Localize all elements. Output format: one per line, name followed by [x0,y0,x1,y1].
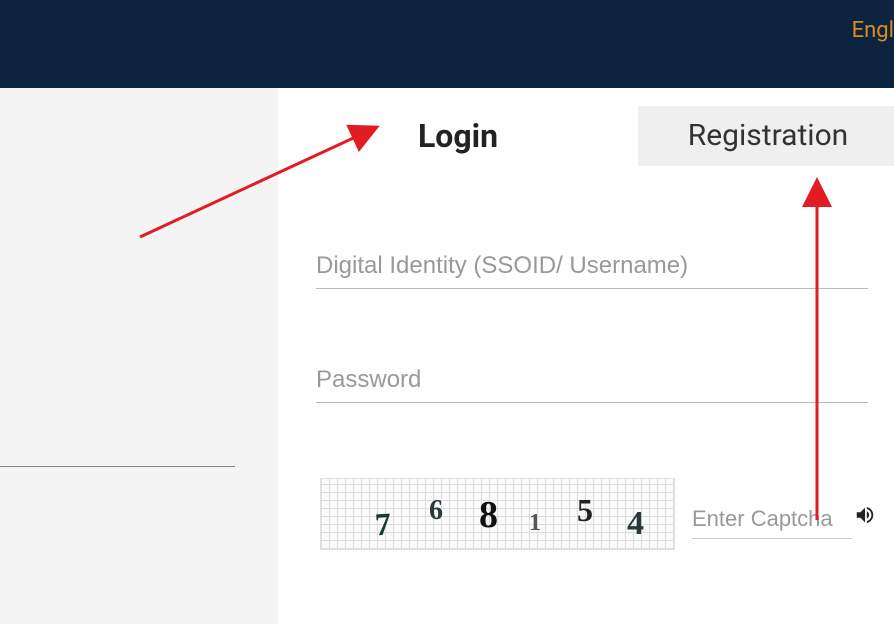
tab-registration[interactable]: Registration [638,106,894,166]
captcha-digit: 1 [529,510,541,537]
sidebar-divider [0,466,235,467]
speaker-icon[interactable] [854,504,876,532]
tab-login[interactable]: Login [278,106,638,166]
left-sidebar [0,88,278,624]
captcha-digit: 7 [374,506,392,544]
password-input[interactable] [316,358,868,403]
language-selector[interactable]: Engl [852,18,894,43]
captcha-digit: 4 [627,505,644,543]
captcha-digit: 6 [429,495,443,527]
captcha-image: 7 6 8 1 5 4 [320,478,675,550]
captcha-digit: 8 [479,493,498,537]
captcha-input[interactable] [692,500,852,539]
main-panel: Login Registration 7 6 8 1 5 4 [278,88,894,624]
captcha-digits: 7 6 8 1 5 4 [321,479,674,549]
captcha-digit: 5 [577,492,593,529]
header-bar: Engl [0,0,894,88]
ssoid-input[interactable] [316,244,868,289]
